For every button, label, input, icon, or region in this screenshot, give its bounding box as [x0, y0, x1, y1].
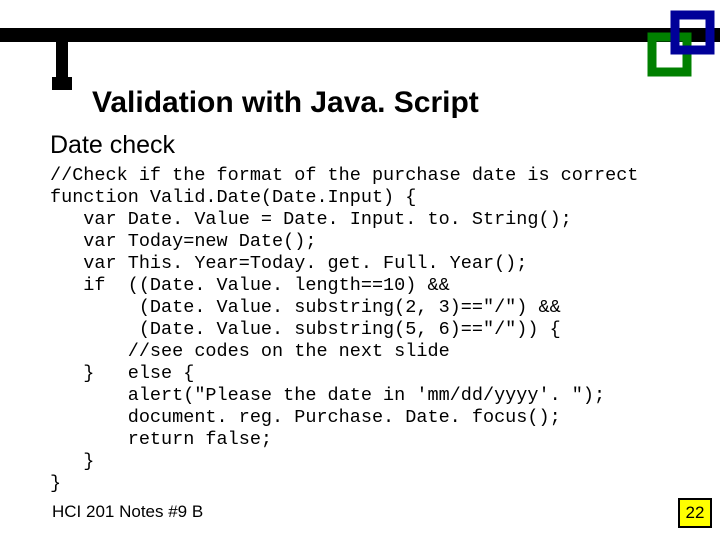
slide-title: Validation with Java. Script [92, 86, 479, 120]
code-block: //Check if the format of the purchase da… [50, 165, 638, 495]
footer-left: HCI 201 Notes #9 B [52, 502, 203, 522]
slide-decoration [0, 0, 720, 90]
slide-subtitle: Date check [50, 131, 175, 160]
slide-number: 22 [678, 498, 712, 528]
